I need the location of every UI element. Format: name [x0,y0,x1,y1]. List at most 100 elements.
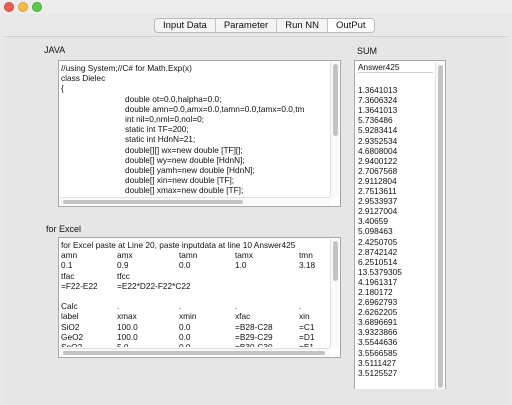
excel-cell: =E1 [299,341,314,347]
excel-cell: SiO2 [61,321,80,332]
sum-header: Answer425 [358,62,433,73]
excel-cell: =C1 [299,321,315,332]
excel-cell: tmn [299,250,313,261]
sum-value: 2.7067568 [358,165,398,176]
tab-input-data[interactable]: Input Data [155,19,216,32]
java-code-line: class Dielec [61,73,106,84]
java-code-textarea[interactable]: //using System;//C# for Math.Exp(x) class… [58,60,341,207]
excel-cell: xmax [117,311,137,322]
java-code-line: int nil=0,nml=0,nol=0; [125,113,205,124]
excel-cell: . [299,301,302,312]
tab-output[interactable]: OutPut [328,19,374,32]
excel-cell: 0.0 [179,321,191,332]
sum-value: 6.2510514 [358,256,398,267]
sum-value: 3.9323866 [358,327,398,338]
excel-cell: =B30-C30 [235,341,273,347]
sum-value: 2.7513611 [358,186,397,197]
sum-value: 2.6962793 [358,297,398,308]
title-bar [0,0,512,14]
excel-cell: Calc [61,301,78,312]
sum-value [358,75,433,85]
sum-value: 5.736486 [358,115,393,126]
sum-value: 5.098463 [358,226,393,237]
excel-vertical-scroll-thumb[interactable] [333,241,338,281]
sum-value: 2.9400122 [358,155,398,166]
sum-value: 4.6808004 [358,145,398,156]
close-window-button[interactable] [4,2,14,12]
excel-cell: =F22-E22 [61,280,98,291]
excel-cell: 0.0 [179,260,191,271]
excel-cell: xfac [235,311,251,322]
excel-cell: . [235,301,238,312]
sum-value: 5.9283414 [358,125,398,136]
excel-cell: . [179,301,182,312]
excel-cell: tamx [235,250,253,261]
java-code-line: static int TF=200; [125,124,189,135]
java-code-line: double[][] wx=new double [TF][]; [125,144,243,155]
java-code-line: double[] xin=new double [TF]; [125,175,235,186]
sum-values: 1.3641013 7.3606324 1.3641013 5.736486 5.928… [358,75,433,378]
sum-value: 3.5125527 [358,367,398,378]
sum-value: 13.5379305 [358,266,402,277]
excel-horizontal-scrollbar[interactable] [60,348,330,356]
sum-value: 3.5566585 [358,347,398,358]
excel-row: 0.1 0.9 0.0 1.0 3.18 [61,260,328,270]
excel-cell: tamn [179,250,198,261]
java-code-line: static int HdnN=21; [125,134,196,145]
java-code-line: { [61,83,64,94]
excel-row: tfac tfcc [61,271,328,281]
excel-cell: =E22*D22-F22*C22 [117,280,191,291]
tab-parameter[interactable]: Parameter [216,19,278,32]
maximize-window-button[interactable] [32,2,42,12]
excel-horizontal-scroll-thumb[interactable] [63,351,325,355]
excel-cell: 0.0 [179,341,191,347]
excel-cell: . [117,301,120,312]
excel-cell: tfcc [117,270,130,281]
excel-cell: xmin [179,311,197,322]
excel-cell: amn [61,250,78,261]
java-code-line: double ot=0.0,halpha=0.0; [125,93,222,104]
sum-vertical-scroll-thumb[interactable] [438,65,443,388]
java-code-line: double[] yamh=new double [HdnN]; [125,164,255,175]
excel-row: label xmax xmin xfac xin [61,311,328,321]
sum-value: 2.6262205 [358,307,398,318]
excel-row: Calc.... [61,301,328,311]
excel-cell: 5.0 [117,341,129,347]
excel-row: SnO2 5.0 0.0 =B30-C30 =E1 [61,342,328,347]
excel-cell: 100.0 [117,321,138,332]
excel-vertical-scrollbar[interactable] [330,239,339,348]
sum-value: 3.5111427 [358,357,396,368]
excel-label: for Excel [46,224,82,234]
java-code-line: //using System;//C# for Math.Exp(x) [61,63,192,73]
sum-value: 3.5544636 [358,337,398,348]
sum-vertical-scrollbar[interactable] [435,62,444,389]
minimize-window-button[interactable] [18,2,28,12]
sum-value: 2.9533937 [358,196,398,207]
excel-cell: 0.1 [61,260,73,271]
excel-cell: 100.0 [117,331,138,342]
java-horizontal-scroll-thumb[interactable] [63,200,243,204]
sum-value: 1.3641013 [358,85,398,96]
excel-output-content: for Excel paste at Line 20, paste inputd… [61,240,328,347]
excel-row: SiO2 100.0 0.0 =B28-C28 =C1 [61,322,328,332]
java-label: JAVA [44,45,66,55]
java-code-line: double[] wy=new double [HdnN]; [125,154,245,165]
sum-value: 2.4250705 [358,236,398,247]
sum-value: 2.9112804 [358,175,397,186]
java-horizontal-scrollbar[interactable] [60,197,330,205]
excel-output-textarea[interactable]: for Excel paste at Line 20, paste inputd… [58,237,341,358]
excel-cell: 1.0 [235,260,247,271]
excel-cell: 0.0 [179,331,191,342]
sum-label: SUM [357,46,377,56]
sum-value: 2.9352534 [358,135,398,146]
tab-run-nn[interactable]: Run NN [277,19,328,32]
excel-row: GeO2 100.0 0.0 =B29-C29 =D1 [61,332,328,342]
sum-list-textarea[interactable]: Answer425 1.3641013 7.3606324 1.3641013 5.7… [354,60,446,389]
excel-cell: 3.18 [299,260,316,271]
excel-cell: amx [117,250,133,261]
java-vertical-scrollbar[interactable] [330,62,339,197]
java-vertical-scroll-thumb[interactable] [333,64,338,136]
excel-cell: GeO2 [61,331,84,342]
sum-value: 1.3641013 [358,105,398,116]
sum-list-content: Answer425 1.3641013 7.3606324 1.3641013 5.7… [358,62,433,389]
